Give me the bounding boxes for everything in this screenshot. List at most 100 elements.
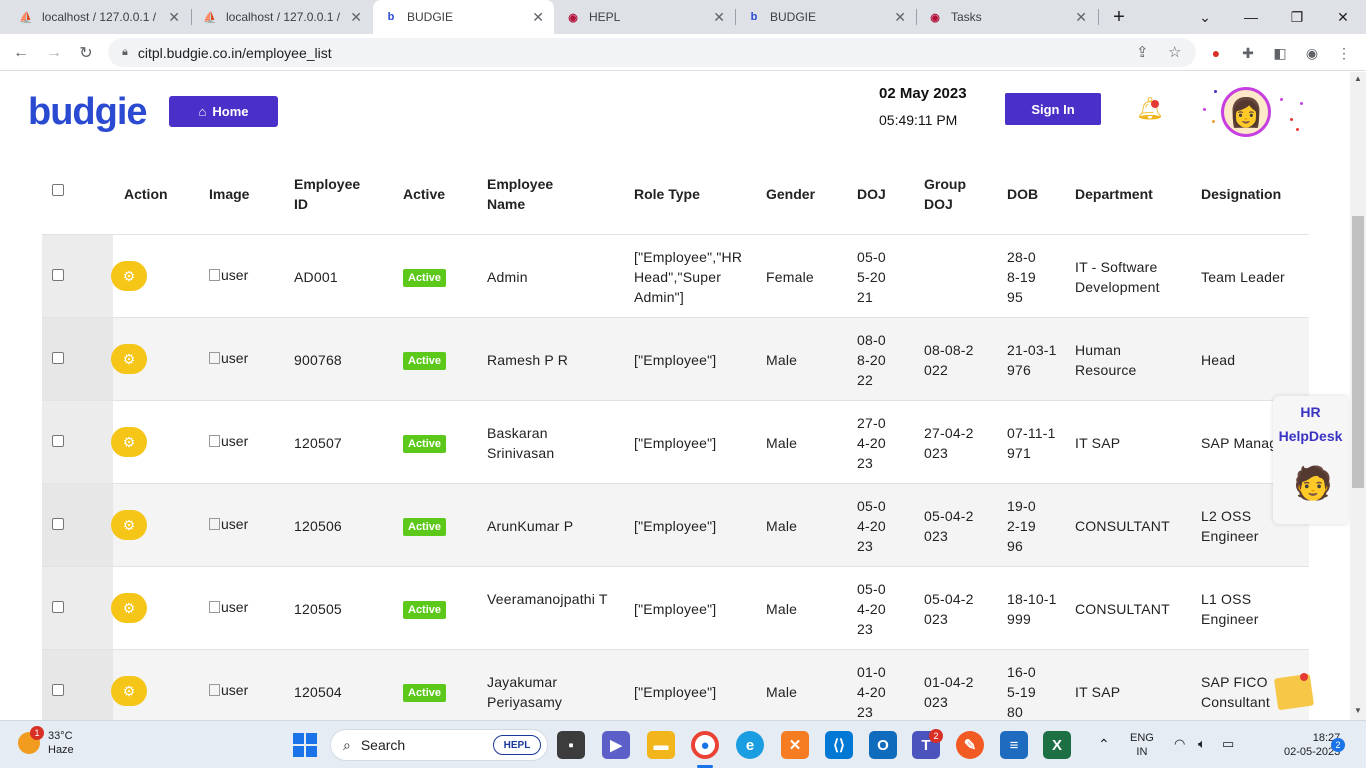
browser-tab-4[interactable]: ◉ HEPL ✕	[555, 0, 735, 34]
hepl-icon: ◉	[568, 11, 578, 24]
col-employee-id[interactable]: Employee ID	[294, 174, 374, 214]
excel-icon[interactable]: X	[1043, 731, 1071, 759]
status-badge: Active	[403, 518, 447, 536]
browser-tab-3[interactable]: b BUDGIE ✕	[373, 0, 554, 34]
minimize-icon[interactable]: —	[1228, 0, 1274, 34]
col-group-doj[interactable]: Group DOJ	[924, 174, 976, 214]
browser-tab-1[interactable]: ⛵ localhost / 127.0.0.1 / ✕	[8, 0, 190, 34]
row-checkbox[interactable]	[52, 601, 64, 613]
bookmark-star-icon[interactable]: ☆	[1168, 43, 1181, 61]
col-doj[interactable]: DOJ	[857, 184, 886, 204]
home-button[interactable]: ⌂ Home	[169, 96, 278, 127]
table-row[interactable]: ⚙ user 120504 Active Jayakumar Periyasam…	[42, 650, 1309, 720]
cell-designation: L2 OSS Engineer	[1201, 508, 1259, 544]
row-action-icon[interactable]: ⚙	[111, 344, 147, 374]
chrome-icon[interactable]: ●	[691, 731, 719, 759]
postman-icon[interactable]: ✎	[956, 731, 984, 759]
row-checkbox[interactable]	[52, 435, 64, 447]
row-checkbox[interactable]	[52, 684, 64, 696]
helpdesk-title-line1: HR	[1300, 404, 1321, 420]
file-explorer-icon[interactable]: ▬	[647, 731, 675, 759]
back-icon[interactable]: ←	[10, 42, 32, 64]
chrome-menu-icon[interactable]: ⋮	[1334, 43, 1354, 63]
row-checkbox[interactable]	[52, 518, 64, 530]
address-bar[interactable]: 🔒︎ citpl.budgie.co.in/employee_list	[108, 38, 1196, 67]
xampp-icon[interactable]: ✕	[781, 731, 809, 759]
notepad-icon[interactable]: ≡	[1000, 731, 1028, 759]
close-tab-icon[interactable]: ✕	[894, 9, 906, 26]
extension-red-icon[interactable]: ●	[1206, 43, 1226, 63]
select-all-checkbox[interactable]	[52, 184, 64, 196]
extensions-puzzle-icon[interactable]: ✚	[1238, 43, 1258, 63]
outlook-icon[interactable]: O	[869, 731, 897, 759]
scroll-down-icon[interactable]: ▼	[1353, 706, 1363, 715]
cell-employee-id: 900768	[294, 352, 342, 368]
hr-helpdesk-widget[interactable]: HR HelpDesk 🧑	[1273, 396, 1348, 524]
reload-icon[interactable]: ↻	[75, 42, 97, 64]
language-indicator[interactable]: ENG IN	[1130, 731, 1154, 759]
row-checkbox[interactable]	[52, 269, 64, 281]
col-employee-name[interactable]: Employee Name	[487, 174, 569, 214]
volume-icon[interactable]: 🔈︎	[1198, 737, 1206, 751]
sticky-note-icon[interactable]	[1273, 673, 1315, 711]
close-tab-icon[interactable]: ✕	[350, 9, 362, 26]
close-tab-icon[interactable]: ✕	[168, 9, 180, 26]
close-tab-icon[interactable]: ✕	[1075, 9, 1087, 26]
battery-icon[interactable]: ▭	[1222, 737, 1234, 751]
row-action-icon[interactable]: ⚙	[111, 427, 147, 457]
row-action-icon[interactable]: ⚙	[111, 510, 147, 540]
col-role-type[interactable]: Role Type	[634, 184, 700, 204]
close-tab-icon[interactable]: ✕	[713, 9, 725, 26]
browser-tab-2[interactable]: ⛵ localhost / 127.0.0.1 / ✕	[192, 0, 372, 34]
col-image[interactable]: Image	[209, 184, 249, 204]
wifi-icon[interactable]: ◠	[1174, 737, 1185, 751]
notification-bell-icon[interactable]: 🔔︎	[1136, 96, 1164, 122]
col-active[interactable]: Active	[403, 184, 445, 204]
tab-search-icon[interactable]: ⌄	[1182, 0, 1228, 34]
edge-icon[interactable]: e	[736, 731, 764, 759]
notification-center-badge[interactable]: 2	[1331, 738, 1345, 752]
row-checkbox[interactable]	[52, 352, 64, 364]
close-tab-icon[interactable]: ✕	[532, 9, 544, 26]
close-window-icon[interactable]: ✕	[1320, 0, 1366, 34]
browser-tab-5[interactable]: b BUDGIE ✕	[736, 0, 916, 34]
table-row[interactable]: ⚙ user AD001 Active Admin ["Employee","H…	[42, 235, 1309, 318]
share-icon[interactable]: ⇪	[1136, 43, 1149, 61]
row-action-icon[interactable]: ⚙	[111, 676, 147, 706]
col-gender[interactable]: Gender	[766, 184, 815, 204]
task-view-icon[interactable]: ▪	[557, 731, 585, 759]
profile-icon[interactable]: ◉	[1302, 43, 1322, 63]
forward-icon[interactable]: →	[43, 42, 65, 64]
scrollbar-thumb[interactable]	[1352, 216, 1364, 488]
table-row[interactable]: ⚙ user 120506 Active ArunKumar P ["Emplo…	[42, 484, 1309, 567]
show-hidden-icons[interactable]: ⌃	[1098, 737, 1110, 751]
budgie-logo[interactable]: budgie	[28, 86, 148, 138]
new-tab-icon[interactable]: +	[1096, 0, 1142, 34]
taskbar-search[interactable]: ⌕ Search HEPL	[330, 729, 548, 761]
col-department[interactable]: Department	[1075, 184, 1153, 204]
scroll-up-icon[interactable]: ▲	[1353, 74, 1363, 83]
user-avatar[interactable]: 👩	[1221, 87, 1271, 137]
page-scrollbar[interactable]: ▲ ▼	[1350, 72, 1366, 720]
teams-meet-icon[interactable]: ▶	[602, 731, 630, 759]
restore-icon[interactable]: ❐	[1274, 0, 1320, 34]
col-designation[interactable]: Designation	[1201, 184, 1281, 204]
weather-temp: 33°C	[48, 730, 73, 742]
tab-title: BUDGIE	[407, 10, 454, 24]
vscode-icon[interactable]: ⟨⟩	[825, 731, 853, 759]
lock-icon[interactable]: 🔒︎	[122, 46, 128, 59]
side-panel-icon[interactable]: ◧	[1270, 43, 1290, 63]
col-action[interactable]: Action	[124, 184, 168, 204]
browser-tab-6[interactable]: ◉ Tasks ✕	[917, 0, 1097, 34]
col-dob[interactable]: DOB	[1007, 184, 1038, 204]
signin-button[interactable]: Sign In	[1005, 93, 1101, 125]
table-row[interactable]: ⚙ user 120507 Active Baskaran Srinivasan…	[42, 401, 1309, 484]
windows-start-icon[interactable]	[293, 733, 317, 757]
cell-department: CONSULTANT	[1075, 601, 1170, 617]
weather-widget[interactable]: 1 33°C Haze	[18, 726, 74, 757]
row-action-icon[interactable]: ⚙	[111, 593, 147, 623]
cell-doj: 05-04-2023	[857, 498, 886, 554]
row-action-icon[interactable]: ⚙	[111, 261, 147, 291]
table-row[interactable]: ⚙ user 900768 Active Ramesh P R ["Employ…	[42, 318, 1309, 401]
table-row[interactable]: ⚙ user 120505 Active Veeramanojpathi T […	[42, 567, 1309, 650]
